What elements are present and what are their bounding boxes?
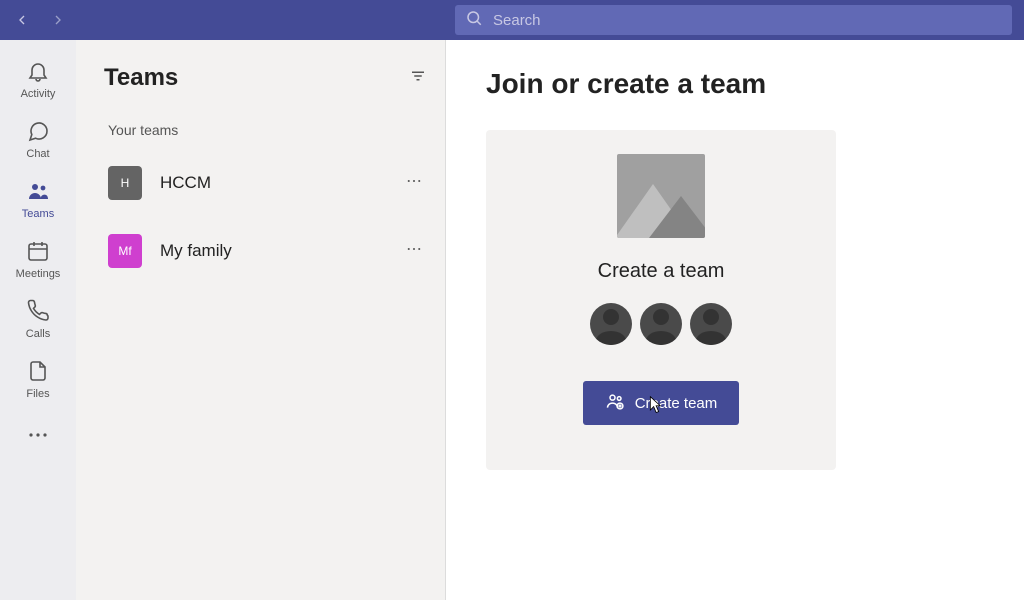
avatar-silhouette [640, 303, 682, 345]
team-item[interactable]: H HCCM [104, 156, 427, 210]
filter-icon[interactable] [409, 67, 427, 90]
team-more-icon[interactable] [405, 172, 423, 195]
ellipsis-icon [26, 422, 50, 448]
card-title: Create a team [598, 260, 725, 283]
rail-label: Teams [22, 208, 54, 220]
chat-icon [26, 118, 50, 144]
teams-list-pane: Teams Your teams H HCCM Mf My family [76, 40, 446, 600]
card-avatars [590, 303, 732, 345]
nav-arrows [0, 12, 455, 28]
rail-meetings[interactable]: Meetings [8, 238, 68, 280]
rail-label: Meetings [16, 268, 61, 280]
team-avatar-initial: Mf [118, 244, 131, 258]
team-name: My family [160, 241, 405, 261]
team-avatar: H [108, 166, 142, 200]
your-teams-label: Your teams [104, 122, 427, 138]
teams-icon [26, 178, 50, 204]
team-avatar-initial: H [121, 176, 130, 190]
teams-list-title: Teams [104, 64, 178, 92]
create-team-button-label: Create team [635, 395, 718, 412]
search-box[interactable]: Search [455, 5, 1012, 35]
phone-icon [26, 298, 50, 324]
rail-teams[interactable]: Teams [8, 178, 68, 220]
rail-activity[interactable]: Activity [8, 58, 68, 100]
bell-icon [26, 58, 50, 84]
page-title: Join or create a team [486, 68, 984, 100]
back-button[interactable] [14, 12, 30, 28]
create-team-card: Create a team Create team [486, 130, 836, 470]
calendar-icon [26, 238, 50, 264]
rail-label: Files [26, 388, 49, 400]
create-team-icon [605, 391, 625, 415]
teams-list-header: Teams [104, 64, 427, 92]
team-avatar: Mf [108, 234, 142, 268]
team-more-icon[interactable] [405, 240, 423, 263]
rail-calls[interactable]: Calls [8, 298, 68, 340]
rail-label: Chat [26, 148, 49, 160]
forward-button[interactable] [50, 12, 66, 28]
file-icon [26, 358, 50, 384]
rail-more[interactable] [8, 422, 68, 448]
rail-label: Calls [26, 328, 50, 340]
title-bar: Search [0, 0, 1024, 40]
team-name: HCCM [160, 173, 405, 193]
avatar-silhouette [690, 303, 732, 345]
team-item[interactable]: Mf My family [104, 224, 427, 278]
card-image-placeholder [617, 154, 705, 238]
app-rail: Activity Chat Teams Meetings Calls [0, 40, 76, 600]
rail-chat[interactable]: Chat [8, 118, 68, 160]
search-placeholder: Search [493, 12, 541, 29]
avatar-silhouette [590, 303, 632, 345]
search-icon [465, 9, 483, 31]
rail-files[interactable]: Files [8, 358, 68, 400]
rail-label: Activity [21, 88, 56, 100]
main-area: Activity Chat Teams Meetings Calls [0, 40, 1024, 600]
content-pane: Join or create a team Create a team Crea… [446, 40, 1024, 600]
create-team-button[interactable]: Create team [583, 381, 740, 425]
